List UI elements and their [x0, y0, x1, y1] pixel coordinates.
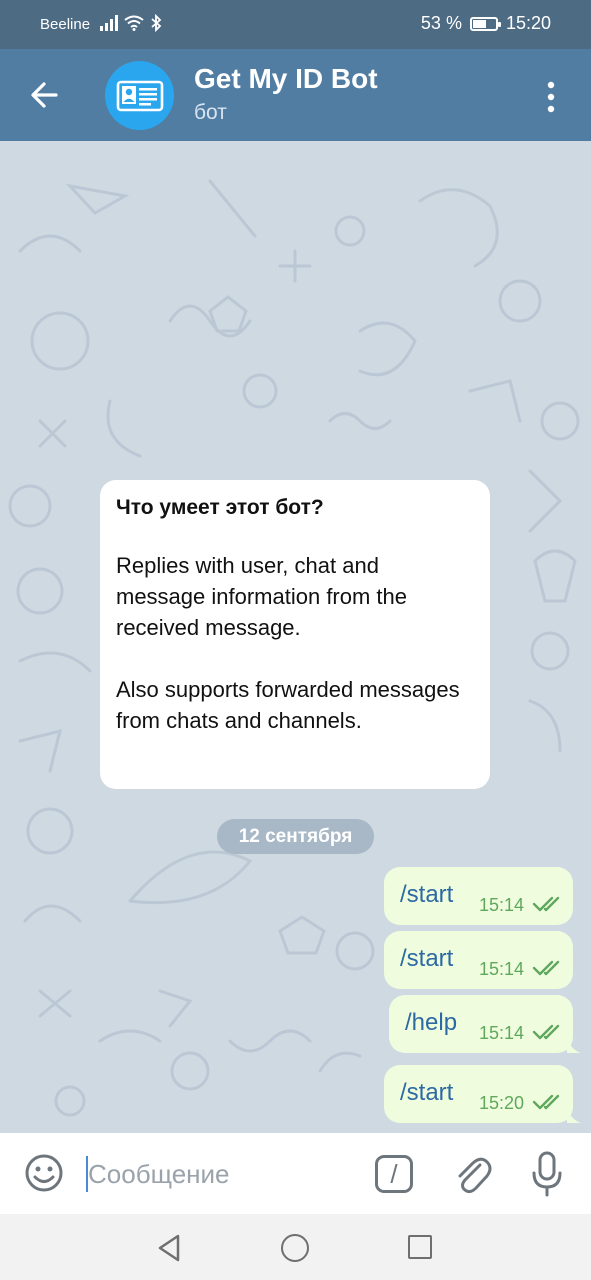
bot-info-paragraph-1: Replies with user, chat and message info…	[116, 553, 408, 640]
message-text: /start	[400, 945, 454, 972]
carrier-label: Beeline	[40, 16, 91, 33]
nav-recents-icon[interactable]	[408, 1235, 432, 1259]
system-nav-bar	[0, 1214, 591, 1280]
message-time: 15:20	[479, 1093, 525, 1113]
clock: 15:20	[505, 13, 551, 33]
status-right: 53 % 15:20	[421, 13, 551, 34]
date-separator: 12 сентября	[217, 819, 374, 854]
chat-area[interactable]: Что умеет этот бот? Replies with user, c…	[0, 141, 591, 1133]
outgoing-message[interactable]: /help 15:14	[389, 995, 581, 1053]
bubble-tail	[567, 1035, 581, 1053]
message-text: /start	[400, 881, 454, 908]
read-check-icon	[532, 896, 560, 912]
emoji-icon[interactable]	[24, 1153, 64, 1193]
battery-icon	[469, 16, 501, 31]
nav-back-icon[interactable]	[155, 1233, 185, 1263]
status-bar: Beeline 53 % 15:20	[0, 0, 591, 49]
bot-info-card: Что умеет этот бот? Replies with user, c…	[100, 480, 490, 789]
slash-icon: /	[390, 1159, 398, 1189]
bot-commands-button[interactable]: /	[375, 1155, 413, 1193]
message-text: /start	[400, 1079, 454, 1106]
bot-info-title: Что умеет этот бот?	[116, 496, 324, 519]
battery-percent: 53 %	[420, 13, 462, 33]
bubble-tail	[567, 1105, 581, 1123]
message-time: 15:14	[479, 1023, 525, 1043]
outgoing-message[interactable]: /start 15:14	[384, 931, 573, 989]
message-text: /help	[405, 1009, 458, 1036]
message-input-bar: /	[0, 1133, 591, 1214]
nav-home-icon[interactable]	[281, 1234, 309, 1262]
attach-icon[interactable]	[452, 1151, 492, 1197]
message-time: 15:14	[479, 895, 525, 915]
back-arrow-icon[interactable]	[26, 77, 66, 113]
message-time: 15:14	[479, 959, 525, 979]
chat-subtitle: бот	[194, 101, 227, 124]
read-check-icon	[532, 1024, 560, 1040]
status-icons	[100, 14, 162, 32]
outgoing-message[interactable]: /start 15:20	[384, 1065, 581, 1123]
outgoing-message[interactable]: /start 15:14	[384, 867, 573, 925]
bluetooth-icon	[151, 14, 162, 32]
microphone-icon[interactable]	[530, 1151, 564, 1197]
id-card-icon	[116, 80, 164, 112]
wifi-icon	[124, 15, 144, 31]
bot-avatar[interactable]	[105, 61, 174, 130]
more-menu-icon[interactable]	[539, 79, 563, 115]
read-check-icon	[532, 960, 560, 976]
chat-title[interactable]: Get My ID Bot	[194, 63, 378, 95]
signal-icon	[100, 15, 118, 31]
read-check-icon	[532, 1094, 560, 1110]
message-input[interactable]	[88, 1157, 358, 1191]
bot-info-paragraph-2: Also supports forwarded messages from ch…	[116, 677, 460, 733]
chat-header: Get My ID Bot бот	[0, 49, 591, 141]
